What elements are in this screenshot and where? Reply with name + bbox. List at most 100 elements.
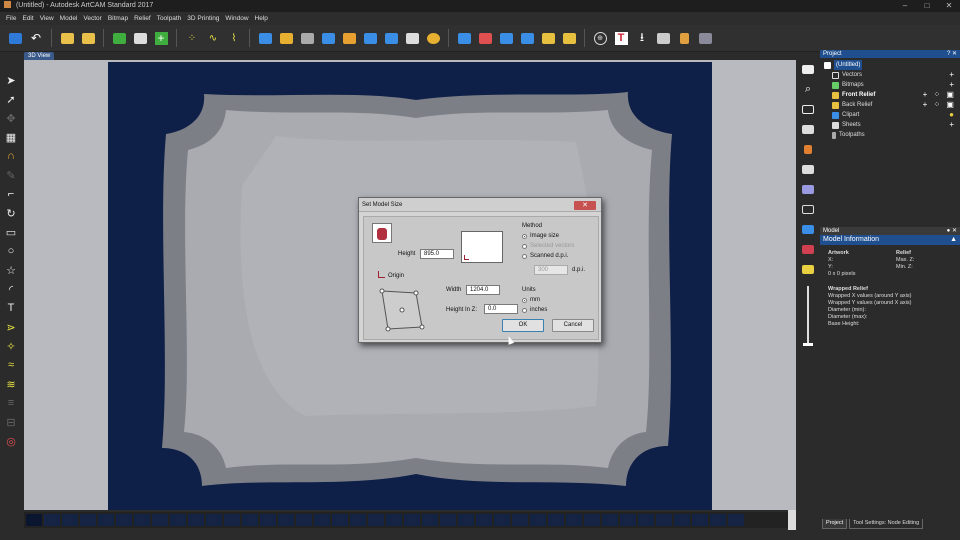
text-icon[interactable]: T — [4, 300, 18, 316]
crop-icon[interactable]: ⌐ — [4, 186, 18, 202]
color-swatch[interactable] — [548, 514, 564, 526]
vector-path-icon[interactable]: ⋗ — [4, 319, 18, 335]
method-scanned-dpi-radio[interactable]: Scanned d.p.i. — [522, 253, 568, 259]
color-swatch[interactable] — [368, 514, 384, 526]
undo-button[interactable]: ↶ — [27, 29, 45, 47]
cylinder-button[interactable] — [800, 142, 816, 157]
weld-icon[interactable]: ⊟ — [4, 414, 18, 430]
color-swatch[interactable] — [620, 514, 636, 526]
extrude-button[interactable] — [319, 29, 337, 47]
collapse-icon[interactable]: ▲ — [950, 235, 957, 245]
project-item-bitmaps[interactable]: Bitmaps + — [824, 80, 960, 90]
color-swatch[interactable] — [260, 514, 276, 526]
layers-button[interactable] — [654, 29, 672, 47]
color-swatch[interactable] — [62, 514, 78, 526]
color-swatch[interactable] — [602, 514, 618, 526]
material-button[interactable] — [800, 122, 816, 137]
bake-button[interactable] — [560, 29, 578, 47]
project-item-sheets[interactable]: Sheets + — [824, 120, 960, 130]
color-swatch[interactable] — [44, 514, 60, 526]
add-icon[interactable]: + — [949, 70, 956, 80]
width-input[interactable]: 1204.0 — [466, 285, 500, 295]
texture-button[interactable] — [403, 29, 421, 47]
menu-edit[interactable]: Edit — [22, 12, 33, 25]
smooth-vector-button[interactable]: ∿ — [204, 29, 222, 47]
menu-window[interactable]: Window — [225, 12, 248, 25]
canvas-scrollbar[interactable] — [788, 510, 796, 530]
color-swatch[interactable] — [422, 514, 438, 526]
slider-thumb[interactable] — [803, 343, 813, 346]
color-swatch[interactable] — [476, 514, 492, 526]
lightbulb-icon[interactable]: ● — [949, 110, 956, 120]
maximize-icon[interactable]: □ — [916, 0, 938, 12]
project-item-front-relief[interactable]: Front Relief + ⁘ ▣ — [824, 90, 960, 100]
split-relief-button[interactable] — [497, 29, 515, 47]
wireframe-button[interactable] — [800, 102, 816, 117]
sculpt-button[interactable] — [539, 29, 557, 47]
color-swatch[interactable] — [512, 514, 528, 526]
red-layer-button[interactable] — [800, 242, 816, 257]
zoom-circle-icon[interactable]: ◎ — [4, 433, 18, 449]
relief-actions-icon[interactable]: + ⁘ ▣ — [923, 90, 956, 100]
color-swatch[interactable] — [98, 514, 114, 526]
pen-icon[interactable]: ✎ — [4, 167, 18, 183]
node-select-icon[interactable]: ➚ — [4, 91, 18, 107]
panel-controls-icon[interactable]: ? ✕ — [947, 50, 957, 58]
project-root-item[interactable]: (Untitled) — [824, 60, 960, 70]
color-swatch[interactable] — [314, 514, 330, 526]
color-swatch[interactable] — [278, 514, 294, 526]
color-swatch[interactable] — [242, 514, 258, 526]
ok-button[interactable]: OK — [502, 319, 544, 332]
two-rail-sweep-button[interactable] — [298, 29, 316, 47]
smooth-relief-button[interactable] — [424, 29, 442, 47]
color-swatch[interactable] — [206, 514, 222, 526]
save-button[interactable] — [6, 29, 24, 47]
method-selected-vectors-radio[interactable]: Selected vectors — [522, 243, 574, 249]
color-swatch[interactable] — [26, 514, 42, 526]
rotate-icon[interactable]: ↻ — [4, 205, 18, 221]
spin-button[interactable] — [340, 29, 358, 47]
offset-relief-button[interactable] — [518, 29, 536, 47]
color-swatch[interactable] — [152, 514, 168, 526]
minimize-icon[interactable]: – — [894, 0, 916, 12]
project-item-clipart[interactable]: Clipart ● — [824, 110, 960, 120]
color-swatch[interactable] — [584, 514, 600, 526]
menu-relief[interactable]: Relief — [134, 12, 151, 25]
color-swatch[interactable] — [350, 514, 366, 526]
project-item-back-relief[interactable]: Back Relief + ⁘ ▣ — [824, 100, 960, 110]
close-icon[interactable]: ✕ — [938, 0, 960, 12]
rectangle-icon[interactable]: ▭ — [4, 224, 18, 240]
menu-view[interactable]: View — [40, 12, 54, 25]
cancel-button[interactable]: Cancel — [552, 319, 594, 332]
height-input[interactable]: 895.0 — [420, 249, 454, 259]
magnet-icon[interactable]: ∩ — [4, 148, 18, 164]
menu-toolpath[interactable]: Toolpath — [157, 12, 182, 25]
origin-selector[interactable] — [378, 287, 426, 333]
color-swatch[interactable] — [170, 514, 186, 526]
color-swatch[interactable] — [656, 514, 672, 526]
project-item-toolpaths[interactable]: Toolpaths — [824, 130, 960, 140]
method-image-size-radio[interactable]: Image size — [522, 233, 559, 239]
relief-editor-button[interactable] — [277, 29, 295, 47]
arc-icon[interactable]: ◜ — [4, 281, 18, 297]
transform-icon[interactable]: ✥ — [4, 110, 18, 126]
blend-icon[interactable]: ≡ — [4, 395, 18, 411]
color-swatch[interactable] — [386, 514, 402, 526]
menu-3d-printing[interactable]: 3D Printing — [187, 12, 219, 25]
relief-actions-icon[interactable]: + ⁘ ▣ — [923, 100, 956, 110]
color-swatch[interactable] — [566, 514, 582, 526]
color-swatch[interactable] — [728, 514, 744, 526]
menu-vector[interactable]: Vector — [83, 12, 101, 25]
project-item-vectors[interactable]: Vectors + — [824, 70, 960, 80]
calculator-button[interactable]: ⊕ — [591, 29, 609, 47]
brush-icon[interactable]: ✧ — [4, 338, 18, 354]
relief-clipart-button[interactable] — [455, 29, 473, 47]
model-information-header[interactable]: Model Information ▲ — [820, 235, 960, 245]
grid-icon[interactable]: ▦ — [4, 129, 18, 145]
layer-view-button[interactable] — [800, 162, 816, 177]
add-icon[interactable]: + — [949, 120, 956, 130]
hourglass-button[interactable] — [675, 29, 693, 47]
dpi-input[interactable]: 300 — [534, 265, 568, 275]
shape-view-button[interactable] — [800, 202, 816, 217]
open-project-button[interactable] — [79, 29, 97, 47]
